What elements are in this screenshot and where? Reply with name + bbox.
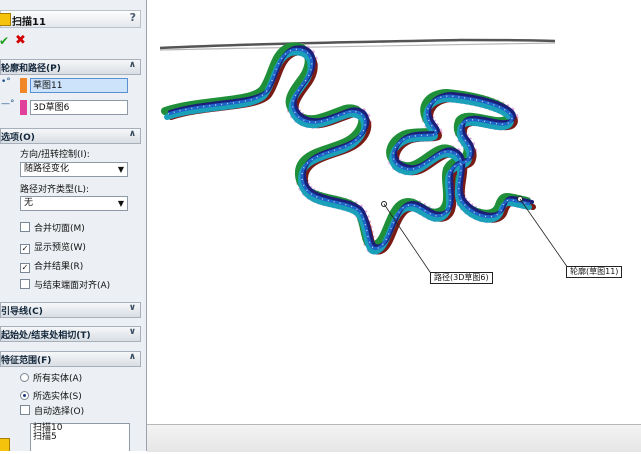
rope-strand-red (171, 52, 533, 251)
profile-leader-line (519, 198, 569, 269)
section-guide-curves[interactable]: 引导线(C) ∨ (0, 302, 141, 318)
path-icon: —° (1, 99, 15, 109)
checkbox-box[interactable] (20, 279, 30, 289)
help-icon[interactable]: ? (130, 11, 136, 24)
property-manager: 扫描11 ? ✔ ✖ 轮廓和路径(P) ∧ •° 草图11 —° 3D草图6 选… (0, 0, 147, 451)
checkbox-show-preview[interactable]: ✓ 显示预览(W) (20, 240, 86, 254)
section-feature-scope[interactable]: 特征范围(F) ∧ (0, 351, 141, 367)
checkbox-label: 合并切面(M) (34, 224, 85, 234)
graphics-area[interactable]: 路径(3D草图6) 轮廓(草图11) (147, 0, 641, 451)
radio-all-bodies[interactable]: 所有实体(A) (20, 371, 82, 384)
twist-control-dropdown[interactable]: 随路径变化 ▼ (20, 162, 128, 177)
section-tangency[interactable]: 起始处/结束处相切(T) ∨ (0, 326, 141, 342)
section-label: 特征范围(F) (1, 356, 52, 366)
checkbox-label: 合并结果(R) (34, 262, 84, 272)
path-align-value: 无 (24, 198, 34, 208)
profile-selection-field[interactable]: 草图11 (30, 78, 128, 93)
profile-callout-label[interactable]: 轮廓(草图11) (566, 266, 623, 278)
checkbox-merge-tangent[interactable]: 合并切面(M) (20, 221, 85, 234)
checkbox-merge-result[interactable]: ✓ 合并结果(R) (20, 259, 83, 273)
dropdown-arrow-icon: ▼ (117, 165, 124, 174)
section-label: 引导线(C) (1, 307, 43, 317)
section-profile-path[interactable]: 轮廓和路径(P) ∧ (0, 59, 141, 75)
checkbox-label: 显示预览(W) (34, 243, 86, 253)
sweep-feature-icon (0, 13, 11, 26)
path-callout-label[interactable]: 路径(3D草图6) (430, 272, 493, 284)
collapse-icon[interactable]: ∧ (129, 60, 136, 70)
ok-button[interactable]: ✔ (0, 34, 9, 48)
graphics-bottom-bar (147, 424, 641, 452)
path-color-swatch (20, 100, 27, 115)
profile-icon: •° (1, 77, 11, 87)
feature-title: 扫描11 (12, 17, 46, 28)
profile-color-swatch (20, 78, 27, 93)
solid-body-icon (0, 438, 10, 451)
list-item[interactable]: 扫描5 (31, 433, 129, 442)
checkbox-box[interactable] (20, 405, 30, 415)
bodies-list[interactable]: 扫描10 扫描5 (30, 423, 130, 451)
section-label: 选项(O) (1, 133, 35, 143)
checkbox-box[interactable]: ✓ (20, 244, 30, 254)
checkbox-box[interactable] (20, 222, 30, 232)
path-align-label: 路径对齐类型(L): (20, 185, 90, 195)
collapse-icon[interactable]: ∧ (129, 129, 136, 139)
feature-title-bar: 扫描11 ? (0, 10, 141, 28)
radio-label: 所选实体(S) (33, 392, 82, 402)
radio-label: 所有实体(A) (33, 374, 83, 384)
dropdown-arrow-icon: ▼ (117, 199, 124, 208)
expand-icon[interactable]: ∨ (129, 303, 136, 313)
path-selection-field[interactable]: 3D草图6 (30, 100, 128, 115)
section-label: 起始处/结束处相切(T) (1, 331, 91, 341)
checkbox-auto-select[interactable]: 自动选择(O) (20, 404, 84, 417)
cancel-button[interactable]: ✖ (15, 33, 26, 48)
checkbox-label: 自动选择(O) (34, 407, 85, 417)
checkbox-box[interactable]: ✓ (20, 263, 30, 273)
ok-cancel-bar: ✔ ✖ (0, 33, 40, 50)
path-align-dropdown[interactable]: 无 ▼ (20, 196, 128, 211)
sweep-preview-canvas[interactable] (147, 0, 641, 451)
section-label: 轮廓和路径(P) (1, 64, 61, 74)
twist-control-label: 方向/扭转控制(I): (20, 150, 90, 160)
twist-control-value: 随路径变化 (24, 164, 70, 174)
section-options[interactable]: 选项(O) ∧ (0, 128, 141, 144)
checkbox-label: 与结束端面对齐(A) (34, 281, 111, 291)
collapse-icon[interactable]: ∧ (129, 352, 136, 362)
checkbox-align-end-faces[interactable]: 与结束端面对齐(A) (20, 278, 110, 291)
expand-icon[interactable]: ∨ (129, 327, 136, 337)
radio-dot[interactable] (20, 391, 29, 400)
radio-selected-bodies[interactable]: 所选实体(S) (20, 389, 82, 402)
radio-dot[interactable] (20, 373, 29, 382)
